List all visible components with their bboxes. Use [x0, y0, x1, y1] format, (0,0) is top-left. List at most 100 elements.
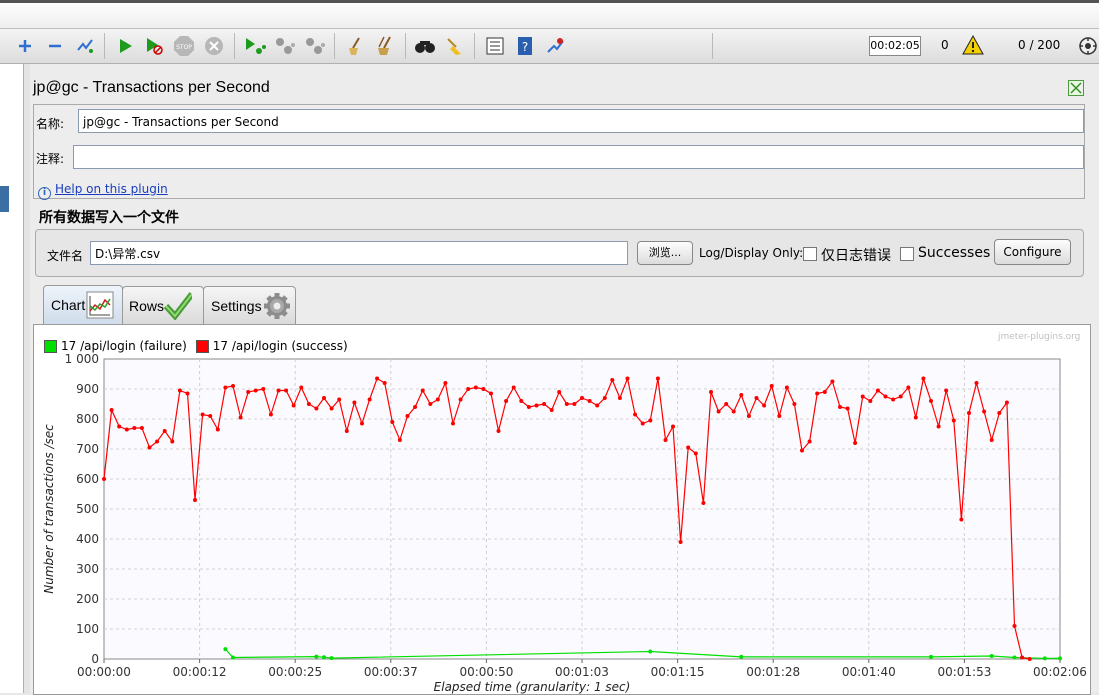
- x-tick-label: 00:00:00: [77, 665, 131, 679]
- x-tick-label: 00:01:03: [555, 665, 609, 679]
- remote-status-icon[interactable]: [1077, 35, 1099, 57]
- data-point-success: [633, 412, 638, 417]
- data-point-success: [800, 448, 804, 453]
- data-point-success: [564, 402, 569, 406]
- data-point-success: [883, 394, 888, 399]
- x-tick-label: 00:01:15: [651, 665, 705, 679]
- data-point-success: [860, 394, 865, 399]
- errors-only-checkbox[interactable]: [803, 247, 817, 261]
- data-point-success: [671, 424, 675, 429]
- remote-start-icon[interactable]: [244, 35, 266, 57]
- data-point-success: [693, 451, 698, 456]
- remote-stop-icon[interactable]: [274, 35, 296, 57]
- data-point-success: [1004, 400, 1009, 405]
- y-tick-label: 700: [76, 442, 99, 456]
- data-point-success: [815, 391, 820, 396]
- data-point-success: [397, 438, 402, 442]
- data-point-success: [223, 385, 228, 390]
- y-tick-label: 500: [76, 502, 99, 516]
- data-point-success: [322, 396, 326, 400]
- tree-selection-marker: [0, 186, 9, 212]
- filename-field[interactable]: D:\异常.csv: [90, 241, 628, 265]
- data-point-success: [519, 399, 524, 403]
- clear-icon[interactable]: [344, 35, 366, 57]
- plugin-panel: jp@gc - Transactions per Second 名称: jp@g…: [30, 64, 1099, 695]
- x-tick-label: 00:01:53: [937, 665, 991, 679]
- remove-icon[interactable]: [44, 35, 66, 57]
- file-section-title: 所有数据写入一个文件: [39, 210, 179, 226]
- start-no-pauses-icon[interactable]: [143, 35, 165, 57]
- data-point-success: [807, 439, 812, 444]
- data-point-success: [997, 411, 1002, 415]
- svg-text:?: ?: [522, 40, 528, 54]
- data-point-success: [526, 405, 531, 409]
- help-icon[interactable]: ?: [514, 35, 536, 57]
- data-point-success: [625, 376, 630, 381]
- tab-chart[interactable]: Chart: [43, 285, 123, 325]
- chart-panel: 17 /api/login (failure) 17 /api/login (s…: [33, 324, 1091, 695]
- data-point-success: [299, 385, 304, 390]
- remote-shutdown-icon[interactable]: [304, 35, 326, 57]
- help-link[interactable]: i Help on this plugin: [38, 182, 168, 200]
- data-point-success: [777, 414, 782, 418]
- info-icon: i: [38, 187, 51, 200]
- data-point-success: [329, 406, 334, 411]
- search-icon[interactable]: [414, 35, 436, 57]
- name-field[interactable]: jp@gc - Transactions per Second: [78, 109, 1084, 133]
- add-icon[interactable]: [14, 35, 36, 57]
- data-point-success: [246, 390, 251, 394]
- svg-text:STOP: STOP: [176, 44, 192, 51]
- data-point-failure: [314, 654, 319, 659]
- data-point-success: [413, 405, 418, 409]
- y-tick-label: 100: [76, 622, 99, 636]
- data-point-success: [208, 414, 213, 418]
- data-point-success: [261, 387, 266, 391]
- data-point-success: [731, 409, 736, 414]
- browse-button[interactable]: 浏览...: [637, 241, 693, 265]
- data-point-success: [959, 517, 964, 522]
- shutdown-icon[interactable]: [203, 35, 225, 57]
- data-point-success: [473, 385, 478, 390]
- data-point-success: [784, 385, 789, 390]
- x-tick-label: 00:01:28: [746, 665, 800, 679]
- help-link-text[interactable]: Help on this plugin: [55, 182, 168, 196]
- elapsed-timer: 00:02:05: [869, 36, 921, 56]
- data-point-success: [268, 412, 273, 417]
- data-point-success: [640, 421, 645, 426]
- x-tick-label: 00:00:37: [364, 665, 418, 679]
- error-count: 0: [941, 38, 949, 52]
- tab-rows[interactable]: Rows: [122, 286, 204, 324]
- reset-search-icon[interactable]: [444, 35, 466, 57]
- data-point-success: [428, 402, 433, 406]
- start-icon[interactable]: [114, 35, 136, 57]
- data-point-success: [792, 402, 797, 406]
- test-plan-tree[interactable]: [0, 64, 24, 693]
- warning-icon[interactable]: [962, 34, 984, 56]
- data-point-success: [420, 388, 425, 393]
- data-point-success: [739, 393, 744, 397]
- successes-checkbox[interactable]: [900, 247, 914, 261]
- data-point-success: [231, 384, 235, 388]
- data-point-success: [830, 379, 835, 384]
- data-point-success: [481, 387, 486, 391]
- data-point-success: [155, 439, 160, 444]
- data-point-success: [306, 402, 311, 406]
- data-point-failure: [329, 656, 334, 661]
- x-axis-label: Elapsed time (granularity: 1 sec): [434, 680, 631, 694]
- data-point-success: [549, 408, 554, 412]
- maximize-icon[interactable]: [1068, 80, 1084, 96]
- clear-all-icon[interactable]: [374, 35, 396, 57]
- y-tick-label: 1 000: [65, 352, 99, 366]
- data-point-success: [701, 501, 706, 505]
- configure-button[interactable]: Configure: [994, 239, 1071, 265]
- toggle-icon[interactable]: [74, 35, 96, 57]
- stop-icon[interactable]: STOP: [173, 35, 195, 57]
- data-point-success: [102, 477, 106, 481]
- checkmark-icon: [164, 292, 192, 320]
- tab-settings[interactable]: Settings: [203, 286, 296, 324]
- templates-icon[interactable]: [544, 35, 566, 57]
- tab-settings-label: Settings: [211, 298, 262, 314]
- log-display-label: Log/Display Only:: [699, 246, 804, 260]
- function-helper-icon[interactable]: [484, 35, 506, 57]
- comment-field[interactable]: [73, 145, 1084, 169]
